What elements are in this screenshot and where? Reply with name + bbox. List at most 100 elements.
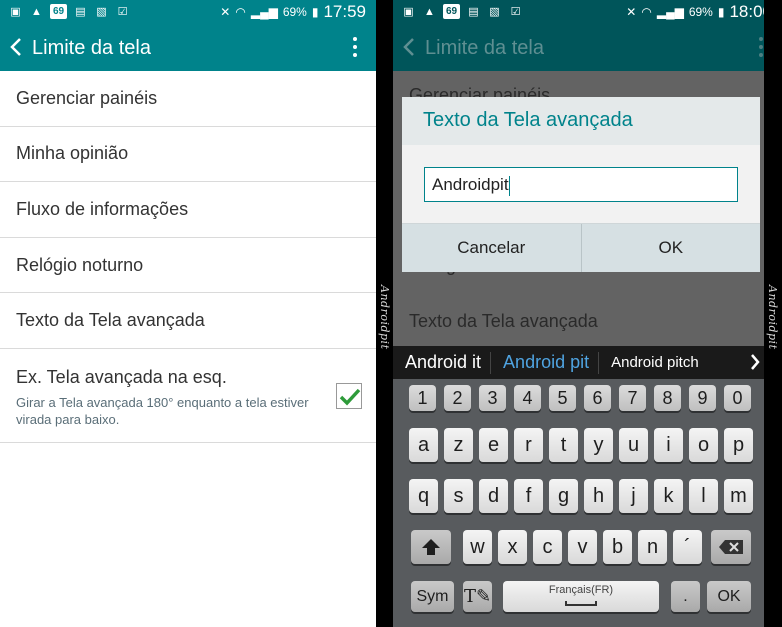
handwriting-key[interactable]: T✎ <box>463 581 492 612</box>
sym-key[interactable]: Sym <box>411 581 454 612</box>
list-item-gerenciar-paineis[interactable]: Gerenciar painéis <box>0 71 376 127</box>
notification-count-badge: 69 <box>50 4 67 19</box>
space-bar-icon <box>565 601 597 606</box>
list-item-description: Girar a Tela avançada 180° enquanto a te… <box>16 394 309 427</box>
key-letter[interactable]: k <box>654 479 683 513</box>
key-letter[interactable]: z <box>444 428 473 462</box>
chevron-right-icon[interactable] <box>750 353 760 371</box>
battery-percent: 69% <box>282 5 307 19</box>
list-item-label: Gerenciar painéis <box>16 87 158 108</box>
key-number-2[interactable]: 3 <box>479 385 506 411</box>
key-letter[interactable]: e <box>479 428 508 462</box>
key-number-1[interactable]: 2 <box>444 385 471 411</box>
key-letter[interactable]: v <box>568 530 597 564</box>
key-number-7[interactable]: 8 <box>654 385 681 411</box>
dialog-screen: ▣ ▲ 69 ▤ ▧ ☑ ✕ ◠ ▂▄▆ 69% ▮ 18:00 Limite … <box>393 0 782 627</box>
key-letter[interactable]: q <box>409 479 438 513</box>
input-value: Androidpit <box>432 175 509 194</box>
back-arrow-icon <box>403 38 414 56</box>
watermark: Androidpit <box>378 285 391 350</box>
key-letter[interactable]: l <box>689 479 718 513</box>
list-item-label: Ex. Tela avançada na esq. <box>16 366 227 387</box>
key-letter[interactable]: r <box>514 428 543 462</box>
task-check-icon: ☑ <box>510 6 521 18</box>
list-item-relogio-noturno[interactable]: Relógio noturno <box>0 238 376 294</box>
key-letter[interactable]: j <box>619 479 648 513</box>
divider-strip: Androidpit <box>764 0 782 627</box>
settings-list: Gerenciar painéis Minha opinião Fluxo de… <box>0 71 376 443</box>
rotate-checkbox[interactable] <box>336 382 362 409</box>
key-letter[interactable]: y <box>584 428 613 462</box>
key-number-5[interactable]: 6 <box>584 385 611 411</box>
mute-icon: ✕ <box>626 5 637 19</box>
key-letter[interactable]: x <box>498 530 527 564</box>
key-letter[interactable]: s <box>444 479 473 513</box>
key-number-4[interactable]: 5 <box>549 385 576 411</box>
battery-icon: ▮ <box>311 5 319 19</box>
suggestion-item[interactable]: Android it <box>393 351 492 374</box>
image-icon: ▣ <box>403 6 414 18</box>
key-letter[interactable]: h <box>584 479 613 513</box>
key-letter[interactable]: d <box>479 479 508 513</box>
back-arrow-icon[interactable] <box>8 36 24 58</box>
text-input[interactable]: Androidpit <box>424 167 738 202</box>
key-number-9[interactable]: 0 <box>724 385 751 411</box>
key-letter[interactable]: c <box>533 530 562 564</box>
divider-strip: Androidpit <box>376 0 393 627</box>
key-letter[interactable]: o <box>689 428 718 462</box>
suggestion-item[interactable]: Android pitch <box>599 352 708 374</box>
shift-key[interactable] <box>411 530 451 564</box>
list-item-fluxo-informacoes[interactable]: Fluxo de informações <box>0 182 376 238</box>
list-item-texto-tela-avancada[interactable]: Texto da Tela avançada <box>0 293 376 349</box>
key-number-3[interactable]: 4 <box>514 385 541 411</box>
text-dialog: Texto da Tela avançada Androidpit Cancel… <box>402 97 760 272</box>
key-letter[interactable]: t <box>549 428 578 462</box>
battery-icon: ▮ <box>717 5 725 19</box>
list-item-label: Fluxo de informações <box>16 198 189 219</box>
key-letter[interactable]: a <box>409 428 438 462</box>
overflow-menu-icon[interactable] <box>352 37 358 61</box>
task-check-icon: ☑ <box>117 6 128 18</box>
key-number-8[interactable]: 9 <box>689 385 716 411</box>
warning-icon: ▲ <box>424 5 435 18</box>
period-key[interactable]: . <box>671 581 700 612</box>
key-letter[interactable]: ´ <box>673 530 702 564</box>
image-icon: ▣ <box>10 6 21 18</box>
dimmed-item: Texto da Tela avançada <box>409 311 598 331</box>
wifi-icon: ◠ <box>235 5 246 19</box>
key-letter[interactable]: u <box>619 428 648 462</box>
key-letter[interactable]: m <box>724 479 753 513</box>
key-letter[interactable]: w <box>463 530 492 564</box>
battery-percent: 69% <box>688 5 713 19</box>
suggestion-item-selected[interactable]: Android pit <box>491 351 600 374</box>
list-item-rotate-edge[interactable]: Ex. Tela avançada na esq. Girar a Tela a… <box>0 349 376 443</box>
key-letter[interactable]: i <box>654 428 683 462</box>
key-letter[interactable]: p <box>724 428 753 462</box>
list-item-label: Minha opinião <box>16 143 129 164</box>
list-item-label: Texto da Tela avançada <box>16 310 205 331</box>
space-key[interactable]: Français(FR) <box>503 581 659 612</box>
backspace-key[interactable] <box>711 530 751 564</box>
key-letter[interactable]: g <box>549 479 578 513</box>
key-number-6[interactable]: 7 <box>619 385 646 411</box>
no-sim-icon: ▧ <box>96 6 107 18</box>
page-title: Limite da tela <box>425 37 544 59</box>
wifi-icon: ◠ <box>641 5 652 19</box>
space-language-label: Français(FR) <box>548 584 614 596</box>
ok-key[interactable]: OK <box>707 581 751 612</box>
key-letter[interactable]: f <box>514 479 543 513</box>
ok-button[interactable]: OK <box>580 224 761 272</box>
cancel-button[interactable]: Cancelar <box>402 224 581 272</box>
key-number-0[interactable]: 1 <box>409 385 436 411</box>
key-letter[interactable]: n <box>638 530 667 564</box>
page-title: Limite da tela <box>32 37 151 59</box>
signal-icon: ▂▄▆ <box>250 5 278 19</box>
watermark: Androidpit <box>766 285 779 350</box>
list-item-minha-opiniao[interactable]: Minha opinião <box>0 127 376 183</box>
warning-icon: ▲ <box>31 5 42 18</box>
status-bar: ▣ ▲ 69 ▤ ▧ ☑ ✕ ◠ ▂▄▆ 69% ▮ 18:00 <box>393 0 782 25</box>
key-letter[interactable]: b <box>603 530 632 564</box>
no-sim-icon: ▧ <box>489 6 500 18</box>
clipboard-icon: ▤ <box>468 6 479 18</box>
text-caret <box>508 175 510 196</box>
